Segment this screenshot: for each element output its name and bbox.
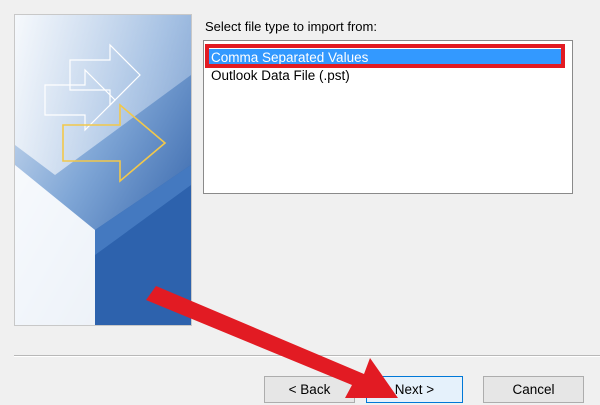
- wizard-arrows-graphic: [15, 15, 191, 325]
- file-type-list[interactable]: Comma Separated Values Outlook Data File…: [203, 40, 573, 194]
- list-item-comma-separated-values[interactable]: Comma Separated Values: [208, 49, 565, 66]
- wizard-illustration: [14, 14, 192, 326]
- list-item-outlook-data-file[interactable]: Outlook Data File (.pst): [208, 67, 350, 84]
- import-prompt-label: Select file type to import from:: [205, 19, 377, 34]
- button-bar-divider: [14, 355, 600, 357]
- cancel-button[interactable]: Cancel: [483, 376, 584, 403]
- back-button[interactable]: < Back: [264, 376, 355, 403]
- next-button[interactable]: Next >: [366, 376, 463, 403]
